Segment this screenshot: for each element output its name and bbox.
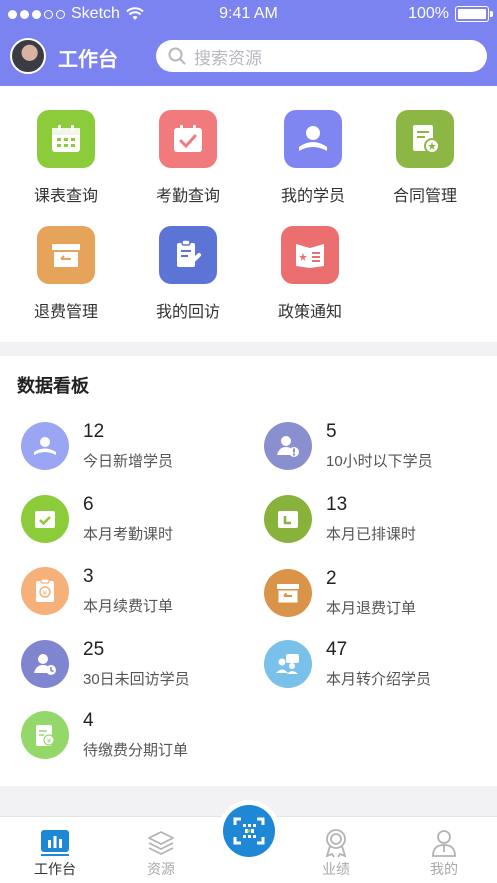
entry-label: 考勤查询 <box>155 188 220 205</box>
stat-value: 12 <box>83 421 105 442</box>
visit-note-icon <box>159 226 217 284</box>
entry-attendance[interactable]: 考勤查询 <box>133 110 243 206</box>
stat-new-students[interactable]: 12 今日新增学员 <box>21 419 261 475</box>
tab-label: 业绩 <box>322 861 350 877</box>
tab-label: 我的 <box>430 861 458 877</box>
search-icon <box>168 47 186 65</box>
entry-my-students[interactable]: 我的学员 <box>258 110 368 206</box>
page-title: 工作台 <box>58 49 118 71</box>
tab-resources[interactable]: 资源 <box>121 827 201 879</box>
stat-low-hours-students[interactable]: 5 10小时以下学员 <box>264 419 497 475</box>
stat-label: 10小时以下学员 <box>326 453 433 470</box>
search-placeholder: 搜索资源 <box>194 48 262 68</box>
stat-label: 本月续费订单 <box>83 598 174 615</box>
scan-button[interactable] <box>223 805 275 857</box>
tab-label: 工作台 <box>34 861 76 877</box>
contract-icon <box>396 110 454 168</box>
policy-notice-icon <box>281 226 339 284</box>
workbench-chart-icon <box>15 827 95 859</box>
stat-value: 6 <box>83 494 94 515</box>
quick-entry-grid: 课表查询 考勤查询 我的学员 合同管理 退费管理 我的回访 政策通知 <box>0 86 497 342</box>
stat-value: 4 <box>83 710 94 731</box>
stat-value: 13 <box>326 494 348 515</box>
entry-refund[interactable]: 退费管理 <box>11 226 121 322</box>
battery-icon <box>455 6 493 22</box>
layers-icon <box>121 827 201 859</box>
stat-label: 待缴费分期订单 <box>83 742 189 759</box>
svg-text:¥: ¥ <box>47 737 52 745</box>
stat-installment-orders[interactable]: ¥ 4 待缴费分期订单 <box>21 708 261 764</box>
renewal-icon: ¥ <box>21 567 69 615</box>
svg-text:¥: ¥ <box>43 589 48 597</box>
student-icon <box>284 110 342 168</box>
stat-unvisited-students[interactable]: 25 30日未回访学员 <box>21 637 261 693</box>
calendar-grid-icon <box>37 110 95 168</box>
entry-label: 我的回访 <box>155 304 220 321</box>
stat-refund-orders[interactable]: 2 本月退费订单 <box>264 566 497 622</box>
header: Sketch 9:41 AM 100% 工作台 搜索资源 <box>0 0 497 86</box>
status-bar: Sketch 9:41 AM 100% <box>0 0 497 30</box>
stat-value: 25 <box>83 639 105 660</box>
referral-icon <box>264 640 312 688</box>
scheduled-icon <box>264 495 312 543</box>
scan-icon <box>233 817 265 845</box>
entry-label: 政策通知 <box>277 304 342 321</box>
tab-mine[interactable]: 我的 <box>404 827 484 879</box>
stat-label: 30日未回访学员 <box>83 671 190 688</box>
calendar-check-icon <box>159 110 217 168</box>
student-alert-icon <box>264 422 312 470</box>
stat-value: 5 <box>326 421 337 442</box>
refund-order-icon <box>264 569 312 617</box>
medal-icon <box>296 827 376 859</box>
entry-policy[interactable]: 政策通知 <box>255 226 365 322</box>
stat-renewal-orders[interactable]: ¥ 3 本月续费订单 <box>21 564 261 620</box>
stat-label: 本月退费订单 <box>326 600 417 617</box>
stat-value: 2 <box>326 568 337 589</box>
entry-schedule[interactable]: 课表查询 <box>11 110 121 206</box>
tab-performance[interactable]: 业绩 <box>296 827 376 879</box>
stat-label: 本月已排课时 <box>326 526 417 543</box>
stat-value: 3 <box>83 566 94 587</box>
person-icon <box>404 827 484 859</box>
section-title: 数据看板 <box>17 376 89 396</box>
search-input[interactable]: 搜索资源 <box>156 40 487 72</box>
avatar[interactable] <box>10 38 46 74</box>
refund-box-icon <box>37 226 95 284</box>
stat-label: 今日新增学员 <box>83 453 174 470</box>
entry-contracts[interactable]: 合同管理 <box>370 110 480 206</box>
installment-icon: ¥ <box>21 711 69 759</box>
stat-scheduled-hours[interactable]: 13 本月已排课时 <box>264 492 497 548</box>
data-dashboard: 数据看板 12 今日新增学员 5 10小时以下学员 6 本月考勤课时 13 本月… <box>0 356 497 786</box>
attendance-icon <box>21 495 69 543</box>
no-visit-icon <box>21 640 69 688</box>
entry-label: 我的学员 <box>280 188 345 205</box>
stat-referral-students[interactable]: 47 本月转介绍学员 <box>264 637 497 693</box>
entry-my-visits[interactable]: 我的回访 <box>133 226 243 322</box>
stat-label: 本月转介绍学员 <box>326 671 432 688</box>
tab-workbench[interactable]: 工作台 <box>15 827 95 879</box>
stat-value: 47 <box>326 639 348 660</box>
stat-attendance-hours[interactable]: 6 本月考勤课时 <box>21 492 261 548</box>
entry-label: 课表查询 <box>33 188 98 205</box>
entry-label: 退费管理 <box>33 304 98 321</box>
battery-percent: 100% <box>408 5 449 22</box>
entry-label: 合同管理 <box>392 188 457 205</box>
tab-label: 资源 <box>147 861 175 877</box>
new-student-icon <box>21 422 69 470</box>
stat-label: 本月考勤课时 <box>83 526 174 543</box>
